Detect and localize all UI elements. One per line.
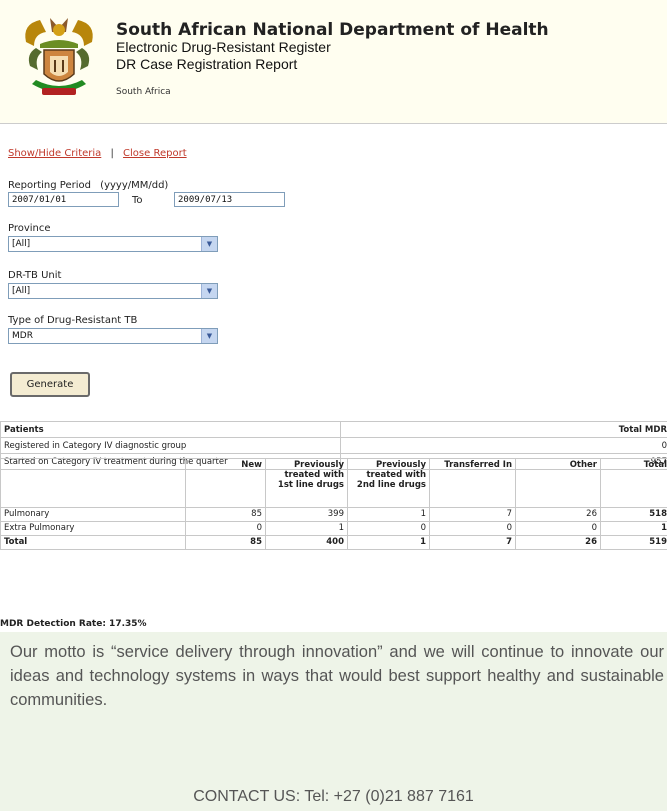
table-total-row: Total 85 400 1 7 26 519	[0, 535, 667, 550]
column-header: Total	[600, 458, 667, 508]
reporting-period-label: Reporting Period (yyyy/MM/dd)	[8, 180, 168, 191]
column-header: New	[185, 458, 266, 508]
report-panel: South African National Department of Hea…	[0, 0, 667, 632]
province-label: Province	[8, 223, 51, 234]
show-hide-criteria-link[interactable]: Show/Hide Criteria	[8, 148, 101, 159]
cell-value: 400	[265, 535, 348, 550]
close-report-link[interactable]: Close Report	[123, 148, 187, 159]
cell-value: 1	[347, 535, 430, 550]
chevron-down-icon[interactable]: ▼	[201, 237, 217, 251]
patients-header: Patients	[0, 421, 341, 438]
cell-value: 85	[185, 535, 266, 550]
table-header-row: New Previously treated with 1st line dru…	[0, 458, 667, 508]
dr-tb-unit-select[interactable]: [All] ▼	[8, 283, 218, 299]
case-registration-table: New Previously treated with 1st line dru…	[0, 458, 667, 550]
row-label: Total	[0, 535, 186, 550]
motto-text: Our motto is “service delivery through i…	[10, 643, 664, 709]
total-mdr-header: Total MDR	[340, 421, 667, 438]
coat-of-arms-icon	[25, 18, 93, 95]
chevron-down-icon[interactable]: ▼	[201, 329, 217, 343]
table-row: Pulmonary 85 399 1 7 26 518	[0, 507, 667, 522]
contact-info: CONTACT US: Tel: +27 (0)21 887 7161	[193, 788, 474, 805]
app-subtitle: Electronic Drug-Resistant Register	[116, 39, 331, 55]
blank-header	[0, 458, 186, 508]
row-value: 0	[340, 437, 667, 454]
table-header-row: Patients Total MDR	[0, 421, 667, 438]
table-row: Registered in Category IV diagnostic gro…	[0, 437, 667, 454]
cell-value: 1	[347, 507, 430, 522]
row-label: Registered in Category IV diagnostic gro…	[0, 437, 341, 454]
dr-tb-unit-label: DR-TB Unit	[8, 270, 62, 281]
cell-value: 7	[429, 535, 516, 550]
cell-value: 1	[600, 521, 667, 536]
column-header: Previously treated with 1st line drugs	[265, 458, 348, 508]
generate-button[interactable]: Generate	[10, 372, 90, 397]
cell-value: 518	[600, 507, 667, 522]
column-header: Other	[515, 458, 601, 508]
cell-value: 26	[515, 535, 601, 550]
cell-value: 0	[515, 521, 601, 536]
report-name: DR Case Registration Report	[116, 56, 298, 72]
country-label: South Africa	[116, 87, 171, 97]
cell-value: 0	[185, 521, 266, 536]
period-from-input[interactable]: 2007/01/01	[8, 192, 119, 207]
column-header: Transferred In	[429, 458, 516, 508]
page-title: South African National Department of Hea…	[116, 20, 549, 40]
row-label: Pulmonary	[0, 507, 186, 522]
cell-value: 85	[185, 507, 266, 522]
cell-value: 26	[515, 507, 601, 522]
table-row: Extra Pulmonary 0 1 0 0 0 1	[0, 521, 667, 536]
report-header: South African National Department of Hea…	[0, 0, 667, 124]
tb-type-value: MDR	[12, 331, 33, 341]
row-label: Extra Pulmonary	[0, 521, 186, 536]
cell-value: 0	[347, 521, 430, 536]
link-separator: |	[110, 148, 114, 159]
tb-type-label: Type of Drug-Resistant TB	[8, 315, 138, 326]
province-select[interactable]: [All] ▼	[8, 236, 218, 252]
tb-type-select[interactable]: MDR ▼	[8, 328, 218, 344]
cell-value: 1	[265, 521, 348, 536]
dr-tb-unit-value: [All]	[12, 286, 31, 296]
cell-value: 519	[600, 535, 667, 550]
reporting-period-text: Reporting Period	[8, 180, 91, 191]
column-header: Previously treated with 2nd line drugs	[347, 458, 430, 508]
cell-value: 399	[265, 507, 348, 522]
date-format-hint: (yyyy/MM/dd)	[100, 180, 169, 191]
report-links: Show/Hide Criteria | Close Report	[8, 148, 187, 159]
cell-value: 7	[429, 507, 516, 522]
period-to-input[interactable]: 2009/07/13	[174, 192, 285, 207]
chevron-down-icon[interactable]: ▼	[201, 284, 217, 298]
cell-value: 0	[429, 521, 516, 536]
to-label: To	[132, 195, 143, 206]
mdr-detection-rate: MDR Detection Rate: 17.35%	[0, 619, 147, 629]
province-value: [All]	[12, 239, 31, 249]
